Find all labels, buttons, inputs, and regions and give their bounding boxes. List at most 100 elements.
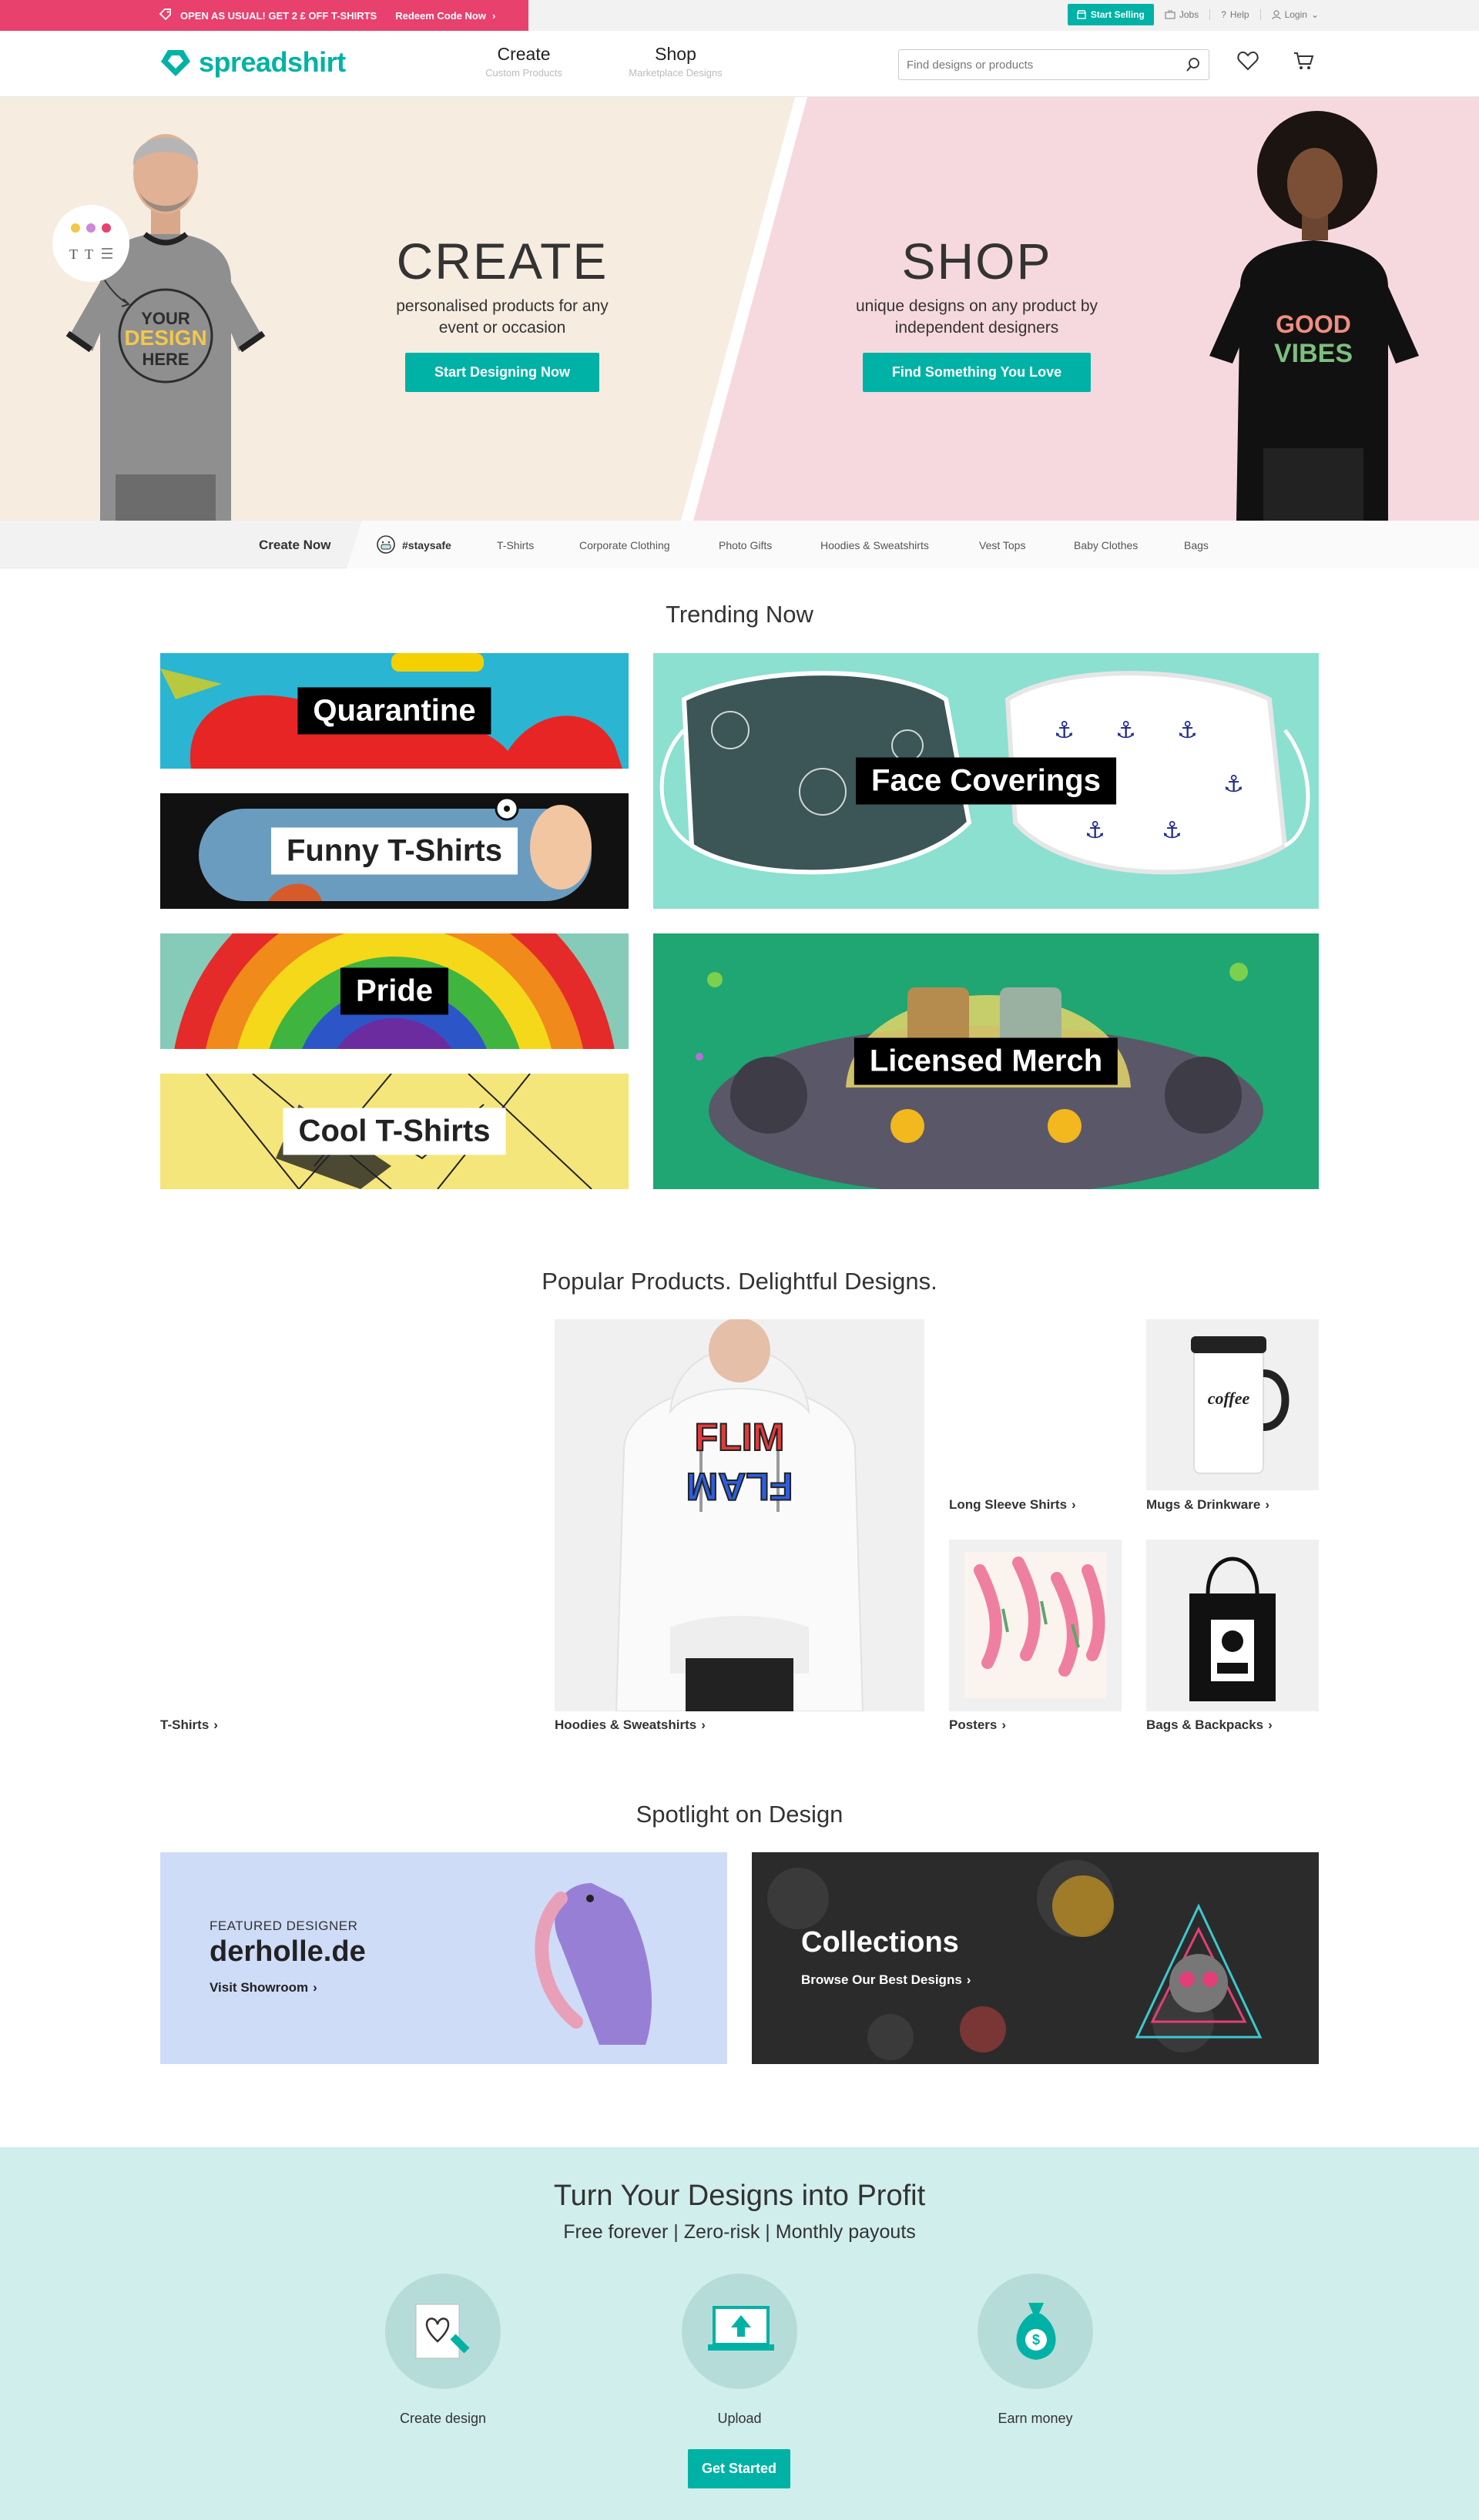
logo-heart-icon (161, 50, 190, 76)
create-now-link[interactable]: Create Now (259, 538, 331, 553)
visit-showroom-link[interactable]: Visit Showroom › (210, 1980, 317, 1996)
svg-text:⚓: ⚓ (1115, 718, 1136, 743)
nav-shop-title: Shop (655, 44, 696, 64)
chevron-right-icon: › (1072, 1497, 1076, 1512)
help-link[interactable]: ? Help (1221, 9, 1249, 20)
hero-shop-title: SHOP (901, 233, 1052, 290)
user-icon (1271, 9, 1281, 19)
start-selling-button[interactable]: Start Selling (1067, 4, 1154, 25)
collections-title: Collections (801, 1926, 959, 1959)
question-icon: ? (1221, 9, 1226, 20)
nav-create-subtitle: Custom Products (485, 67, 562, 79)
heart-icon[interactable] (1237, 51, 1259, 71)
popular-title: Popular Products. Delightful Designs. (542, 1268, 937, 1295)
login-link[interactable]: Login ⌄ (1271, 9, 1319, 20)
mug-illustration: coffee (1191, 1336, 1290, 1474)
bag-image[interactable] (1146, 1540, 1319, 1711)
shirt-print-good: GOOD (1276, 310, 1351, 338)
redeem-code-link[interactable]: Redeem Code Now › (395, 10, 495, 22)
spreadshirt-logo[interactable]: spreadshirt (159, 46, 346, 79)
get-started-button[interactable]: Get Started (688, 2449, 791, 2488)
chevron-right-icon: › (491, 9, 496, 22)
step-create-circle (385, 2274, 501, 2389)
upload-icon (708, 2306, 774, 2351)
tile-licensed-merch[interactable]: Licensed Merch (653, 933, 1319, 1189)
trending-title: Trending Now (666, 601, 813, 628)
hero-shop-line1: unique designs on any product by (855, 297, 1098, 315)
sell-your-designs-section: Turn Your Designs into Profit Free forev… (0, 2147, 1479, 2520)
cart-icon[interactable] (1293, 51, 1314, 71)
hero-shop-line2: independent designers (894, 319, 1059, 337)
tile-label-quarantine: Quarantine (297, 687, 491, 735)
poster-image[interactable] (949, 1540, 1122, 1711)
step-upload-circle (682, 2274, 797, 2389)
product-link-bags[interactable]: Bags & Backpacks › (1146, 1717, 1273, 1733)
featured-designer-name: derholle.de (210, 1935, 366, 1968)
featured-designer-card[interactable]: FEATURED DESIGNER derholle.de Visit Show… (160, 1852, 727, 2064)
cat-baby-clothes[interactable]: Baby Clothes (1074, 539, 1138, 551)
product-link-mugs[interactable]: Mugs & Drinkware › (1146, 1497, 1269, 1513)
shirt-print-vibes: VIBES (1274, 339, 1353, 368)
product-link-posters[interactable]: Posters › (949, 1717, 1006, 1733)
product-label-hoodies: Hoodies & Sweatshirts (555, 1717, 697, 1732)
poster-illustration (964, 1552, 1106, 1698)
jobs-link[interactable]: Jobs (1165, 9, 1199, 20)
tile-cool-tshirts[interactable]: Cool T-Shirts (160, 1074, 629, 1189)
search-icon[interactable] (1186, 57, 1201, 72)
model-shop-illustration: GOOD VIBES (1209, 111, 1419, 521)
svg-text:⚓: ⚓ (1054, 718, 1075, 743)
tile-funny-tshirts[interactable]: Funny T-Shirts (160, 793, 629, 909)
top-bar: OPEN AS USUAL! GET 2 £ OFF T-SHIRTS Rede… (0, 0, 1479, 31)
hero-shop-block: SHOP unique designs on any product by ind… (830, 236, 1123, 392)
mug-image[interactable]: coffee (1146, 1319, 1319, 1490)
start-designing-button[interactable]: Start Designing Now (404, 353, 599, 392)
chevron-right-icon: › (213, 1717, 218, 1732)
tile-face-coverings[interactable]: ⚓ ⚓ ⚓ ⚓ ⚓ ⚓ Face Coverings (653, 653, 1319, 909)
chevron-down-icon: ⌄ (1310, 9, 1319, 20)
step-create-label: Create design (399, 2411, 487, 2426)
chevron-right-icon: › (1001, 1717, 1007, 1732)
browse-best-designs-link[interactable]: Browse Our Best Designs › (801, 1972, 971, 1988)
hero-create-title: CREATE (396, 233, 609, 290)
hoodie-print-bottom: FLAM (686, 1465, 793, 1508)
collections-card[interactable]: Collections Browse Our Best Designs › (752, 1852, 1319, 2064)
promo-banner[interactable]: OPEN AS USUAL! GET 2 £ OFF T-SHIRTS Rede… (0, 0, 528, 31)
product-label-posters: Posters (949, 1717, 998, 1732)
cat-corporate-clothing[interactable]: Corporate Clothing (579, 539, 670, 551)
step-earn-circle: $ (978, 2274, 1093, 2389)
product-link-long-sleeve[interactable]: Long Sleeve Shirts › (949, 1497, 1076, 1513)
svg-text:⚓: ⚓ (1223, 772, 1244, 797)
find-something-button[interactable]: Find Something You Love (862, 353, 1092, 392)
nav-shop[interactable]: Shop Marketplace Designs (621, 44, 730, 79)
tote-bag-illustration (1189, 1557, 1276, 1701)
visit-showroom-label: Visit Showroom (210, 1980, 309, 1995)
product-link-hoodies[interactable]: Hoodies & Sweatshirts › (555, 1717, 706, 1733)
svg-text:⚓: ⚓ (1085, 818, 1105, 843)
svg-text:T: T (85, 246, 93, 262)
cat-vest-tops[interactable]: Vest Tops (979, 539, 1025, 551)
divider (1259, 9, 1261, 20)
cat-photo-gifts[interactable]: Photo Gifts (719, 539, 772, 551)
tile-label-pride: Pride (340, 967, 449, 1015)
nav-create[interactable]: Create Custom Products (479, 44, 568, 79)
nav-shop-subtitle: Marketplace Designs (629, 67, 723, 79)
cat-hoodies[interactable]: Hoodies & Sweatshirts (820, 539, 929, 551)
search-input[interactable]: Find designs or products (898, 49, 1209, 80)
hero-create-line1: personalised products for any (396, 297, 609, 315)
category-nav: Create Now #staysafe T-Shirts Corporate … (0, 521, 1479, 568)
cat-tshirts[interactable]: T-Shirts (497, 539, 534, 551)
smiley-mask-icon (376, 534, 396, 558)
hero-create-block: CREATE personalised products for any even… (364, 236, 641, 392)
tile-quarantine[interactable]: Quarantine (160, 653, 629, 769)
hoodie-image[interactable]: FLIM FLAM (555, 1319, 924, 1711)
tile-label-face-coverings: Face Coverings (856, 757, 1116, 805)
utility-nav: Start Selling Jobs ? Help Login ⌄ (1067, 4, 1319, 25)
tile-pride[interactable]: Pride (160, 933, 629, 1049)
model-create-illustration: YOUR DESIGN HERE (65, 134, 266, 521)
step-upload: Upload (670, 2274, 809, 2427)
cat-bags[interactable]: Bags (1184, 539, 1209, 551)
cat-staysafe[interactable]: #staysafe (402, 539, 451, 551)
featured-designer-label: FEATURED DESIGNER (210, 1918, 358, 1933)
product-link-tshirts[interactable]: T-Shirts › (160, 1717, 218, 1733)
svg-text:T: T (69, 246, 78, 262)
